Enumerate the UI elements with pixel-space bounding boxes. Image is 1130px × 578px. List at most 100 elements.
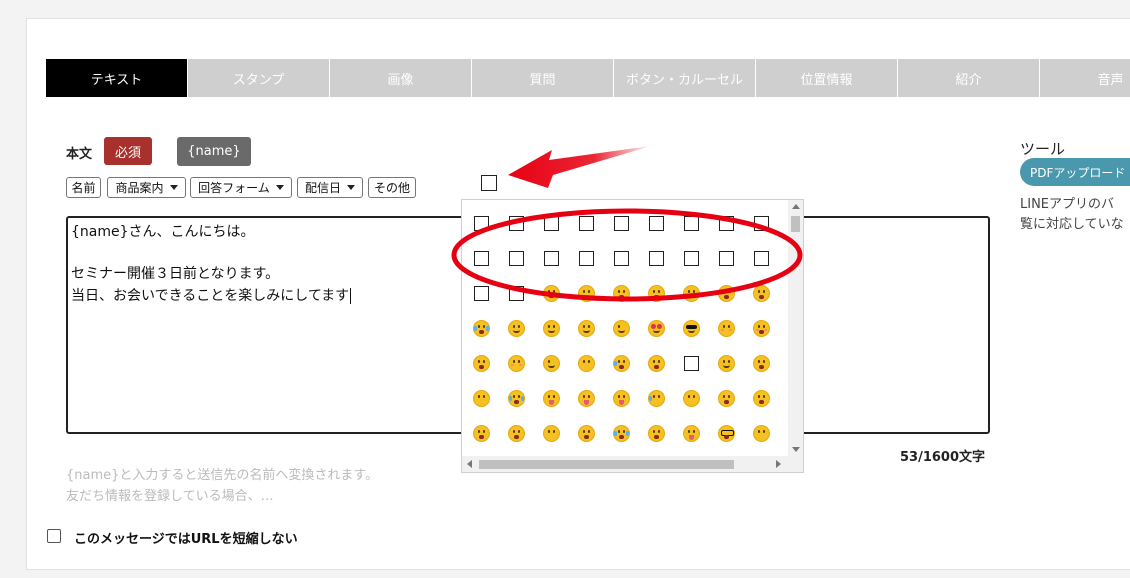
emoji-cell[interactable]	[604, 416, 639, 451]
emoji-cell[interactable]	[639, 241, 674, 276]
emoji-cell[interactable]	[534, 381, 569, 416]
emoji-cell[interactable]	[534, 346, 569, 381]
emoji-cell[interactable]	[499, 346, 534, 381]
emoji-cell[interactable]	[499, 311, 534, 346]
insert-button-4[interactable]: その他	[368, 177, 416, 198]
kiss-emoji-icon	[508, 355, 525, 372]
emoji-cell[interactable]	[639, 206, 674, 241]
emoji-cell[interactable]	[464, 346, 499, 381]
text-caret	[350, 288, 352, 304]
tab-2[interactable]: 画像	[330, 59, 472, 97]
emoji-cell[interactable]	[604, 206, 639, 241]
emoji-cell[interactable]	[709, 241, 744, 276]
scroll-down-arrow-icon[interactable]	[792, 447, 800, 452]
emoji-cell[interactable]	[674, 241, 709, 276]
emoji-cell[interactable]	[744, 416, 779, 451]
emoji-cell[interactable]	[534, 416, 569, 451]
emoji-cell[interactable]	[464, 276, 499, 311]
emoji-cell[interactable]	[744, 241, 779, 276]
emoji-cell[interactable]	[569, 206, 604, 241]
emoji-cell[interactable]	[674, 276, 709, 311]
emoji-cell[interactable]	[534, 276, 569, 311]
emoji-cell[interactable]	[709, 346, 744, 381]
emoji-cell[interactable]	[569, 276, 604, 311]
emoji-cell[interactable]	[464, 416, 499, 451]
emoji-cell[interactable]	[639, 416, 674, 451]
emoji-cell[interactable]	[639, 346, 674, 381]
emoji-cell[interactable]	[569, 346, 604, 381]
emoji-cell[interactable]	[639, 311, 674, 346]
pdf-upload-button[interactable]: PDFアップロード	[1020, 158, 1130, 186]
insert-button-3[interactable]: 配信日	[297, 177, 363, 198]
emoji-toggle-icon[interactable]	[481, 175, 497, 191]
tab-7[interactable]: 音声	[1040, 59, 1130, 97]
emoji-cell[interactable]	[674, 206, 709, 241]
tab-1[interactable]: スタンプ	[188, 59, 330, 97]
emoji-cell[interactable]	[569, 311, 604, 346]
emoji-cell[interactable]	[709, 381, 744, 416]
confused-emoji-icon	[683, 425, 700, 442]
joy-emoji-icon	[613, 425, 630, 442]
emoji-cell[interactable]	[499, 381, 534, 416]
emoji-cell[interactable]	[709, 416, 744, 451]
missing-glyph-icon	[719, 216, 734, 231]
emoji-cell[interactable]	[674, 346, 709, 381]
emoji-cell[interactable]	[674, 311, 709, 346]
emoji-cell[interactable]	[604, 381, 639, 416]
emoji-cell[interactable]	[499, 416, 534, 451]
scroll-left-arrow-icon[interactable]	[467, 460, 472, 468]
emoji-cell[interactable]	[639, 381, 674, 416]
emoji-cell[interactable]	[709, 206, 744, 241]
emoji-cell[interactable]	[569, 381, 604, 416]
emoji-cell[interactable]	[604, 241, 639, 276]
no-shorten-url-checkbox[interactable]	[47, 529, 61, 543]
tab-6[interactable]: 紹介	[898, 59, 1040, 97]
scroll-up-arrow-icon[interactable]	[792, 204, 800, 209]
emoji-cell[interactable]	[569, 241, 604, 276]
emoji-cell[interactable]	[744, 311, 779, 346]
emoji-cell[interactable]	[604, 276, 639, 311]
missing-glyph-icon	[579, 216, 594, 231]
insert-name-button[interactable]: {name}	[177, 137, 251, 166]
emoji-cell[interactable]	[464, 241, 499, 276]
grin-emoji-icon	[543, 285, 560, 302]
tab-0[interactable]: テキスト	[46, 59, 188, 97]
emoji-cell[interactable]	[744, 346, 779, 381]
insert-button-0[interactable]: 名前	[66, 177, 101, 198]
emoji-cell[interactable]	[639, 276, 674, 311]
emoji-cell[interactable]	[744, 381, 779, 416]
dizzy-emoji-icon	[508, 390, 525, 407]
emoji-cell[interactable]	[464, 381, 499, 416]
emoji-cell[interactable]	[604, 311, 639, 346]
scroll-right-arrow-icon[interactable]	[776, 460, 781, 468]
tab-3[interactable]: 質問	[472, 59, 614, 97]
emoji-cell[interactable]	[464, 311, 499, 346]
insert-button-2[interactable]: 回答フォーム	[190, 177, 292, 198]
emoji-cell[interactable]	[604, 346, 639, 381]
missing-glyph-icon	[719, 251, 734, 266]
emoji-cell[interactable]	[534, 311, 569, 346]
emoji-cell[interactable]	[499, 206, 534, 241]
scrollbar-thumb[interactable]	[479, 460, 734, 469]
emoji-cell[interactable]	[464, 206, 499, 241]
emoji-cell[interactable]	[534, 206, 569, 241]
missing-glyph-icon	[684, 251, 699, 266]
emoji-cell[interactable]	[744, 206, 779, 241]
emoji-cell[interactable]	[709, 311, 744, 346]
emoji-cell[interactable]	[499, 241, 534, 276]
scrollbar-thumb[interactable]	[791, 216, 800, 232]
emoji-cell[interactable]	[569, 416, 604, 451]
tab-4[interactable]: ボタン・カルーセル	[614, 59, 756, 97]
insert-button-1[interactable]: 商品案内	[107, 177, 186, 198]
tools-title: ツール	[1020, 140, 1066, 158]
emoji-cell[interactable]	[709, 276, 744, 311]
emoji-cell[interactable]	[674, 416, 709, 451]
emoji-cell[interactable]	[534, 241, 569, 276]
emoji-cell[interactable]	[744, 276, 779, 311]
emoji-picker-vertical-scrollbar[interactable]	[788, 200, 803, 456]
fear-emoji-icon	[648, 425, 665, 442]
emoji-cell[interactable]	[674, 381, 709, 416]
emoji-picker-horizontal-scrollbar[interactable]	[462, 456, 803, 472]
emoji-cell[interactable]	[499, 276, 534, 311]
tab-5[interactable]: 位置情報	[756, 59, 898, 97]
